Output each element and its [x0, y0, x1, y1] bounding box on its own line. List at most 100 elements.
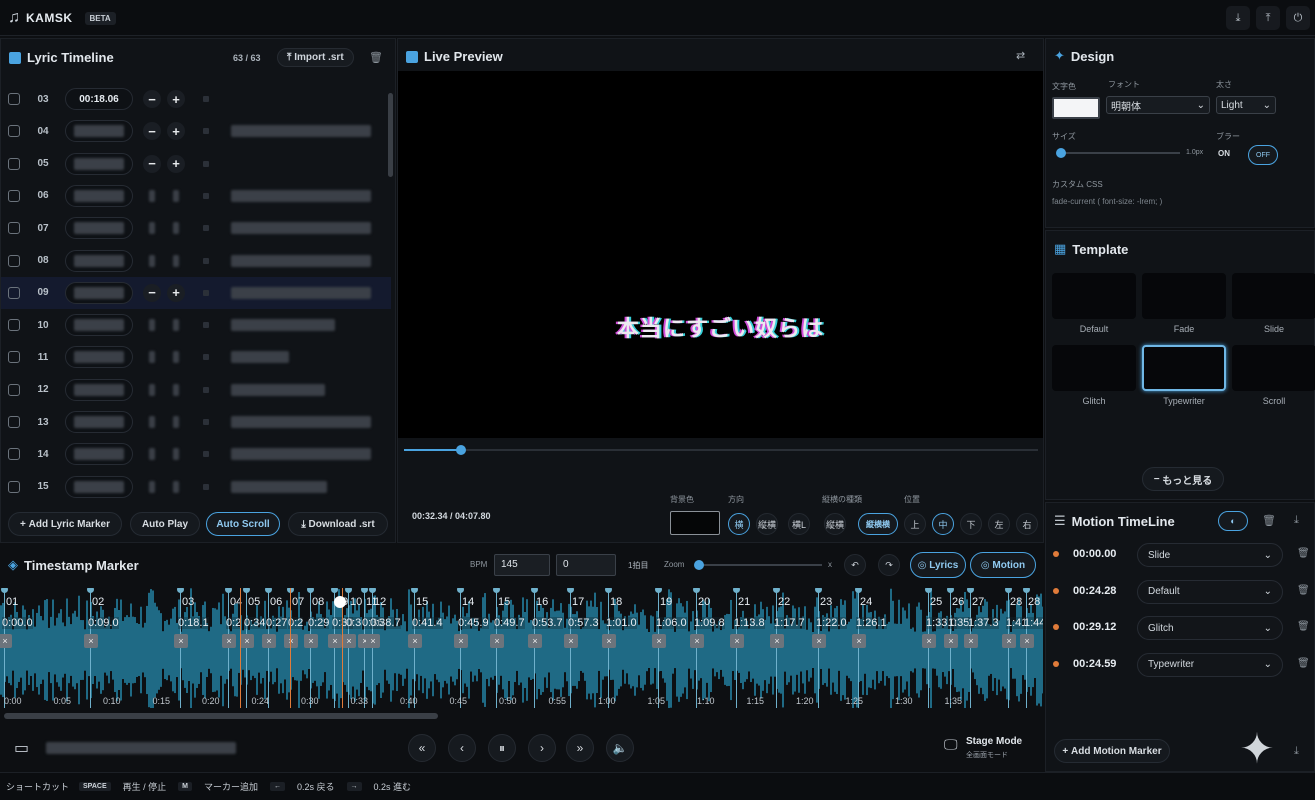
- row-handle[interactable]: [203, 354, 209, 361]
- motion-toggle-button[interactable]: ◎ Motion: [970, 552, 1036, 578]
- timestamp-marker[interactable]: 110:36×: [358, 588, 384, 708]
- row-checkbox[interactable]: [8, 125, 20, 138]
- remove-marker-icon[interactable]: ×: [304, 634, 318, 648]
- remove-marker-icon[interactable]: ×: [922, 634, 936, 648]
- pos-top-button[interactable]: 上: [904, 513, 926, 535]
- row-handle[interactable]: [203, 96, 209, 102]
- timestamp-marker[interactable]: 21 1:13.8 ×: [730, 588, 765, 708]
- row-checkbox[interactable]: [8, 93, 20, 105]
- timestamp-marker[interactable]: 04 0:2 ×: [222, 588, 242, 708]
- row-checkbox[interactable]: [8, 416, 20, 428]
- upload-icon[interactable]: ⤒: [1256, 6, 1280, 30]
- timestamp-marker[interactable]: 19 1:06.0 ×: [652, 588, 687, 708]
- pos-middle-button[interactable]: 中: [932, 513, 954, 535]
- timestamp-marker[interactable]: 16 0:53.7 ×: [528, 588, 563, 708]
- motion-effect-select[interactable]: Glitch ⌄: [1137, 616, 1283, 641]
- timestamp-marker[interactable]: 12 0:38.7 ×: [366, 588, 401, 708]
- template-thumb[interactable]: [1142, 273, 1226, 319]
- motion-toggle-button[interactable]: ◐: [1218, 511, 1248, 531]
- row-checkbox[interactable]: [8, 448, 20, 461]
- lyric-row[interactable]: 05 − +: [1, 148, 391, 180]
- trash-icon[interactable]: 🗑: [1297, 621, 1310, 632]
- lyric-row[interactable]: 06: [1, 180, 391, 212]
- remove-marker-icon[interactable]: ×: [0, 634, 12, 648]
- motion-effect-select[interactable]: Default ⌄: [1137, 579, 1283, 604]
- motion-time[interactable]: 00:24.28: [1073, 585, 1116, 597]
- timestamp-marker[interactable]: 10 0:3 ×: [342, 588, 362, 708]
- row-handle[interactable]: [203, 160, 209, 167]
- timestamp-marker[interactable]: 03 0:18.1 ×: [174, 588, 209, 708]
- timestamp-marker[interactable]: 24 1:26.1 ×: [852, 588, 887, 708]
- row-time[interactable]: 00:18.06: [65, 88, 133, 110]
- timestamp-marker[interactable]: 15 0:49.7 ×: [490, 588, 525, 708]
- remove-marker-icon[interactable]: ×: [454, 634, 468, 648]
- trans-button-1[interactable]: 縦横: [824, 513, 846, 535]
- timestamp-marker[interactable]: 18 1:01.0 ×: [602, 588, 637, 708]
- row-time[interactable]: [65, 314, 133, 337]
- motion-effect-select[interactable]: Slide ⌄: [1137, 543, 1283, 567]
- remove-marker-icon[interactable]: ×: [602, 634, 616, 648]
- playhead[interactable]: [334, 596, 346, 608]
- lyric-row[interactable]: 08: [1, 245, 391, 277]
- timestamp-marker[interactable]: 28 1:41 ×: [1002, 588, 1028, 708]
- remove-marker-icon[interactable]: ×: [652, 634, 666, 648]
- next-icon[interactable]: ›: [528, 734, 556, 762]
- motion-time[interactable]: 00:00.00: [1073, 548, 1116, 560]
- row-time[interactable]: [65, 346, 133, 369]
- remove-marker-icon[interactable]: ×: [342, 634, 356, 648]
- row-handle[interactable]: [203, 192, 209, 199]
- timestamp-marker[interactable]: 02 0:09.0 ×: [84, 588, 119, 708]
- download-icon[interactable]: ⤓: [1294, 745, 1299, 758]
- trans-button-selected[interactable]: 縦横横: [858, 513, 898, 535]
- remove-marker-icon[interactable]: ×: [852, 634, 866, 648]
- preview-seekbar[interactable]: [404, 445, 1038, 455]
- timestamp-marker[interactable]: 20 1:09.8 ×: [690, 588, 725, 708]
- trash-icon[interactable]: 🗑: [1262, 514, 1276, 527]
- popout-icon[interactable]: ⇄: [1016, 49, 1025, 62]
- dir-button-2[interactable]: 縦横: [756, 513, 778, 535]
- trash-icon[interactable]: 🗑: [369, 51, 383, 64]
- power-icon[interactable]: ⏻: [1286, 6, 1310, 30]
- rewind-start-icon[interactable]: «: [408, 734, 436, 762]
- row-handle[interactable]: [203, 128, 209, 135]
- remove-marker-icon[interactable]: ×: [770, 634, 784, 648]
- lyric-row[interactable]: 15: [1, 471, 391, 503]
- row-checkbox[interactable]: [8, 383, 20, 396]
- row-checkbox[interactable]: [8, 351, 20, 364]
- blur-on-button[interactable]: ON: [1218, 149, 1230, 158]
- row-checkbox[interactable]: [8, 480, 20, 493]
- lyric-row[interactable]: 07: [1, 212, 391, 244]
- timestamp-marker[interactable]: 27 1:37.3 ×: [964, 588, 999, 708]
- remove-marker-icon[interactable]: ×: [328, 634, 342, 648]
- dir-button-1[interactable]: 横: [728, 513, 750, 535]
- minus-icon[interactable]: −: [143, 283, 161, 302]
- size-slider-knob[interactable]: [1056, 148, 1066, 158]
- row-handle[interactable]: [203, 386, 209, 393]
- row-time[interactable]: [65, 378, 133, 401]
- pos-bottom-button[interactable]: 下: [960, 513, 982, 535]
- plus-icon[interactable]: +: [167, 283, 185, 302]
- download-icon[interactable]: ⤓: [1294, 514, 1299, 527]
- row-time[interactable]: [65, 475, 133, 498]
- row-handle[interactable]: [203, 451, 209, 458]
- undo-icon[interactable]: ↶: [844, 554, 866, 576]
- remove-marker-icon[interactable]: ×: [262, 634, 276, 648]
- remove-marker-icon[interactable]: ×: [84, 634, 98, 648]
- lyric-row[interactable]: 09 − +: [1, 276, 391, 309]
- blur-off-button[interactable]: OFF: [1248, 145, 1278, 165]
- offset-input[interactable]: 0: [556, 554, 616, 576]
- row-time[interactable]: [65, 120, 133, 143]
- template-thumb[interactable]: [1142, 345, 1226, 391]
- row-time[interactable]: [65, 184, 133, 207]
- remove-marker-icon[interactable]: ×: [366, 634, 380, 648]
- timestamp-marker[interactable]: 01 0:00.0 ×: [0, 588, 33, 708]
- minus-icon[interactable]: −: [143, 154, 161, 173]
- row-time[interactable]: [65, 443, 133, 466]
- font-select[interactable]: 明朝体 ⌄: [1106, 96, 1210, 114]
- text-color-swatch[interactable]: [1052, 97, 1100, 119]
- template-thumb[interactable]: [1052, 273, 1136, 319]
- lyric-row[interactable]: 04 − +: [1, 115, 391, 147]
- trash-icon[interactable]: 🗑: [1297, 585, 1310, 596]
- weight-select[interactable]: Light ⌄: [1216, 96, 1276, 114]
- remove-marker-icon[interactable]: ×: [408, 634, 422, 648]
